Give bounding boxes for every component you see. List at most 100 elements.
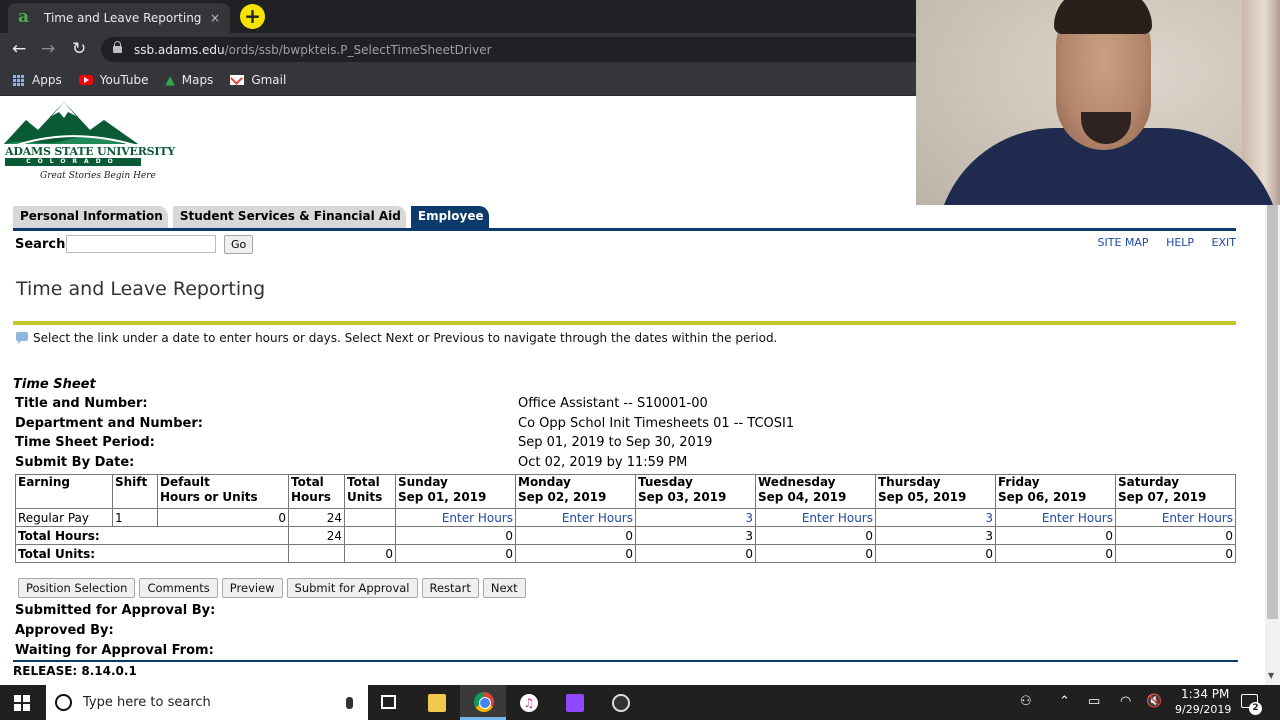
tab-student-services[interactable]: Student Services & Financial Aid [172, 206, 406, 229]
file-explorer-icon[interactable] [428, 694, 446, 712]
comments-button[interactable]: Comments [139, 578, 218, 598]
total-units-monday: 0 [515, 544, 636, 563]
col-monday: Monday Sep 02, 2019 [515, 474, 636, 509]
reload-icon[interactable]: ↻ [72, 39, 86, 59]
taskbar-search-box[interactable]: Type here to search [46, 685, 368, 720]
apps-icon [13, 74, 24, 86]
tab-title: Time and Leave Reporting [44, 11, 202, 25]
hours-link-thursday[interactable]: 3 [875, 508, 996, 527]
enter-hours-link-wednesday[interactable]: Enter Hours [755, 508, 876, 527]
utility-links: SITE MAP HELP EXIT [1084, 236, 1236, 249]
obs-icon[interactable] [612, 694, 630, 712]
exit-link[interactable]: EXIT [1212, 236, 1236, 249]
restart-button[interactable]: Restart [421, 578, 479, 598]
preview-button[interactable]: Preview [221, 578, 283, 598]
logo-state-name: COLORADO [5, 158, 141, 166]
microphone-icon[interactable] [346, 696, 353, 709]
back-arrow-icon[interactable]: ← [12, 39, 26, 59]
youtube-icon [78, 75, 93, 85]
total-units-tuesday: 0 [635, 544, 756, 563]
volume-muted-icon[interactable]: 🔇 [1146, 695, 1162, 709]
total-units-sunday: 0 [395, 544, 516, 563]
scroll-down-arrow-icon[interactable]: ▼ [1268, 671, 1274, 680]
search-go-button[interactable]: Go [224, 235, 254, 254]
enter-hours-link-sunday[interactable]: Enter Hours [395, 508, 516, 527]
total-units-label: Total Units: [15, 544, 289, 563]
task-view-icon[interactable] [381, 695, 396, 709]
info-speech-icon [16, 332, 28, 344]
bookmark-gmail[interactable]: Gmail [230, 73, 286, 87]
show-hidden-icons-chevron-icon[interactable]: ⌃ [1059, 695, 1070, 709]
site-map-link[interactable]: SITE MAP [1098, 236, 1149, 249]
wifi-icon[interactable]: ◠ [1120, 695, 1131, 709]
total-hours-sum: 24 [288, 526, 345, 545]
timesheet-heading: Time Sheet [13, 377, 96, 392]
tab-personal-information[interactable]: Personal Information [13, 206, 168, 229]
total-hours-wednesday: 0 [755, 526, 876, 545]
total-hours-label: Total Hours: [15, 526, 289, 545]
submit-for-approval-button[interactable]: Submit for Approval [286, 578, 418, 598]
approved-by-label: Approved By: [15, 623, 114, 638]
search-label: Search [15, 237, 66, 252]
clock-date[interactable]: 9/29/2019 [1175, 703, 1231, 716]
url-host: ssb.adams.edu [134, 42, 225, 57]
default-cell: 0 [157, 508, 289, 527]
twitch-icon[interactable] [566, 694, 584, 712]
cortana-circle-icon [55, 694, 72, 711]
forward-arrow-icon[interactable]: → [41, 39, 55, 59]
browser-tab[interactable]: a Time and Leave Reporting × [8, 3, 230, 33]
col-saturday: Saturday Sep 07, 2019 [1115, 474, 1236, 509]
hours-link-tuesday[interactable]: 3 [635, 508, 756, 527]
bookmark-apps[interactable]: Apps [13, 73, 62, 87]
period-label: Time Sheet Period: [15, 435, 155, 450]
col-wednesday: Wednesday Sep 04, 2019 [755, 474, 876, 509]
taskbar-search-placeholder: Type here to search [83, 695, 211, 710]
shift-cell: 1 [112, 508, 158, 527]
search-input[interactable] [66, 235, 216, 253]
nav-divider [13, 228, 1236, 231]
university-logo[interactable]: ADAMS STATE UNIVERSITY COLORADO Great St… [4, 100, 175, 184]
tab-close-icon[interactable]: × [210, 11, 220, 25]
enter-hours-link-saturday[interactable]: Enter Hours [1115, 508, 1236, 527]
submitted-by-label: Submitted for Approval By: [15, 603, 216, 618]
address-bar[interactable]: ssb.adams.edu/ords/ssb/bwpkteis.P_Select… [101, 37, 931, 62]
new-tab-icon[interactable]: + [240, 4, 265, 29]
total-hours-sunday: 0 [395, 526, 516, 545]
bookmark-label: Apps [32, 73, 62, 87]
main-nav-tabs: Personal Information Student Services & … [13, 206, 494, 229]
footer-divider [13, 660, 1238, 662]
windows-start-icon[interactable] [14, 695, 30, 711]
enter-hours-link-friday[interactable]: Enter Hours [995, 508, 1116, 527]
department-number-value: Co Opp Schol Init Timesheets 01 -- TCOSI… [518, 416, 795, 431]
help-link[interactable]: HELP [1166, 236, 1194, 249]
page-title: Time and Leave Reporting [16, 278, 266, 300]
total-hours-friday: 0 [995, 526, 1116, 545]
battery-icon[interactable]: ▭ [1088, 695, 1100, 709]
total-units-saturday: 0 [1115, 544, 1236, 563]
webcam-person-hair [1054, 0, 1152, 34]
waiting-approval-label: Waiting for Approval From: [15, 643, 214, 658]
tab-employee[interactable]: Employee [410, 206, 489, 229]
total-units-thursday: 0 [875, 544, 996, 563]
clock-time[interactable]: 1:34 PM [1181, 687, 1229, 701]
next-button[interactable]: Next [482, 578, 526, 598]
page-scrollbar[interactable]: ▼ [1265, 205, 1280, 685]
scrollbar-thumb[interactable] [1267, 205, 1278, 619]
bookmark-maps[interactable]: ▲ Maps [166, 73, 214, 87]
people-icon[interactable]: ⚇ [1020, 695, 1032, 709]
title-number-label: Title and Number: [15, 396, 148, 411]
col-friday: Friday Sep 06, 2019 [995, 474, 1116, 509]
title-number-value: Office Assistant -- S10001-00 [518, 396, 708, 411]
maps-icon: ▲ [165, 73, 175, 87]
col-earning: Earning [15, 474, 113, 509]
chrome-icon[interactable] [474, 692, 494, 712]
col-shift: Shift [112, 474, 158, 509]
bookmark-youtube[interactable]: YouTube [78, 73, 149, 87]
timesheet-actions: Position Selection Comments Preview Subm… [18, 578, 530, 598]
position-selection-button[interactable]: Position Selection [18, 578, 136, 598]
period-value: Sep 01, 2019 to Sep 30, 2019 [518, 435, 713, 450]
enter-hours-link-monday[interactable]: Enter Hours [515, 508, 636, 527]
col-thursday: Thursday Sep 05, 2019 [875, 474, 996, 509]
tab-favicon-icon: a [18, 7, 30, 27]
itunes-icon[interactable]: ♫ [520, 694, 538, 712]
